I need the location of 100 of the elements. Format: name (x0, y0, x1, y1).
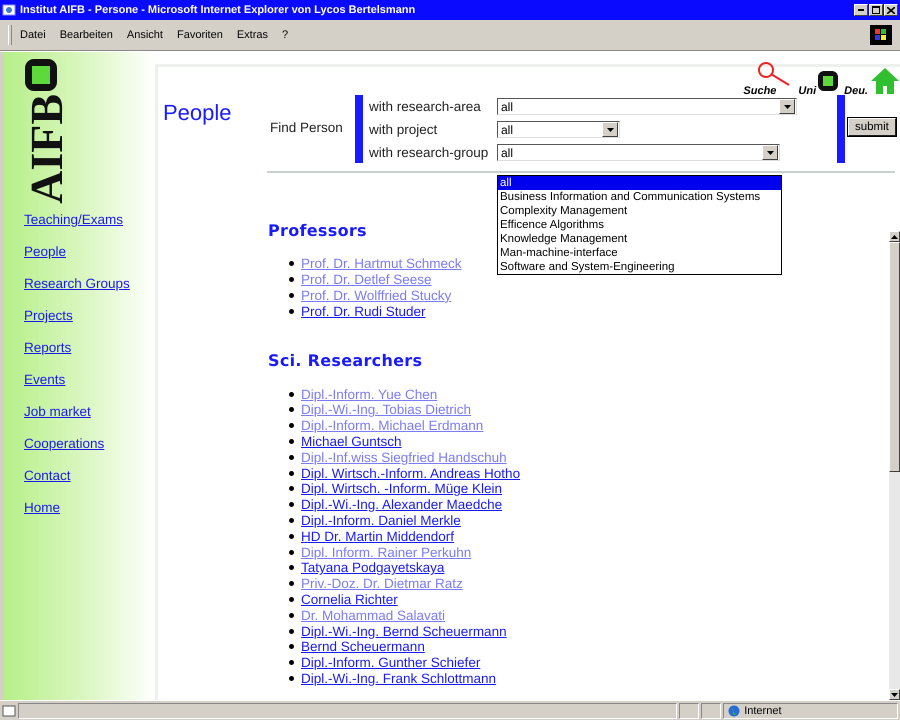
person-link[interactable]: Dipl.-Wi.-Ing. Alexander Maedche (301, 497, 502, 512)
bullet-icon (289, 261, 294, 266)
home-icon (870, 67, 900, 95)
dropdown-arrow-icon (784, 104, 790, 108)
filter-dropdown[interactable]: all (497, 121, 620, 138)
minimize-icon (858, 9, 864, 11)
filter-dropdown[interactable]: all (497, 98, 797, 115)
person-link[interactable]: Dipl.-Inform. Yue Chen (301, 386, 438, 402)
close-icon (887, 6, 895, 14)
person-link[interactable]: Dipl. Inform. Rainer Perkuhn (301, 544, 472, 560)
person-link[interactable]: Dipl.-Inf.wiss Siegfried Handschuh (301, 450, 507, 465)
nav-link[interactable]: Research Groups (24, 275, 130, 293)
scroll-up-icon (891, 234, 898, 238)
person-link[interactable]: Dipl.-Wi.-Ing. Bernd Scheuermann (301, 624, 507, 639)
bullet-icon (289, 454, 294, 460)
bullet-icon (289, 644, 294, 650)
nav-link[interactable]: Cooperations (24, 435, 104, 453)
person-link[interactable]: Prof. Dr. Wolffried Stucky (301, 288, 452, 303)
scroll-thumb[interactable] (889, 242, 900, 472)
dropdown-option[interactable]: Knowledge Management (498, 232, 781, 246)
status-panel (701, 703, 722, 719)
bullet-icon (289, 502, 294, 508)
menu-item[interactable]: ? (282, 29, 288, 41)
bullet-icon (289, 277, 294, 282)
menu-item[interactable]: Favoriten (176, 29, 223, 41)
dropdown-option[interactable]: all (498, 176, 781, 190)
filter-label: with research-group (369, 145, 490, 160)
person-link[interactable]: Michael Guntsch (301, 434, 402, 449)
person-link[interactable]: Dr. Mohammad Salavati (301, 608, 446, 623)
search-icon (756, 61, 792, 87)
nav-link[interactable]: People (24, 243, 66, 261)
language-link[interactable]: Deu. (844, 85, 868, 97)
bullet-icon (289, 550, 294, 555)
search-link[interactable]: Suche (743, 85, 776, 97)
menu-item[interactable]: Bearbeiten (60, 29, 113, 41)
dropdown-option[interactable]: Man-machine-interface (498, 246, 781, 260)
person-link[interactable]: Dipl.-Inform. Gunther Schiefer (301, 655, 480, 670)
bullet-icon (289, 308, 294, 314)
bullet-icon (289, 581, 294, 586)
accent-bar (355, 95, 363, 163)
find-person-label: Find Person (270, 120, 344, 135)
dropdown-option[interactable]: Efficence Algorithms (498, 218, 781, 232)
person-link[interactable]: Priv.-Doz. Dr. Dietmar Ratz (301, 576, 463, 592)
person-link[interactable]: Dipl. Wirtsch.-Inform. Andreas Hotho (301, 466, 520, 481)
page-title: People (163, 100, 233, 126)
logo-square-icon (24, 58, 58, 92)
dropdown-option[interactable]: Complexity Management (498, 204, 781, 218)
bullet-icon (289, 486, 294, 492)
person-link[interactable]: Dipl.-Inform. Daniel Merkle (301, 512, 461, 528)
dropdown-option[interactable]: Business Information and Communication Systems (498, 190, 781, 204)
person-link[interactable]: Prof. Dr. Detlef Seese (301, 272, 432, 288)
bullet-icon (289, 438, 294, 444)
maximize-button[interactable] (869, 4, 883, 16)
section-heading: Sci. Researchers (268, 351, 422, 370)
person-link[interactable]: Dipl.-Wi.-Ing. Frank Schlottmann (301, 670, 496, 686)
dropdown-arrow-icon (766, 150, 774, 154)
menu-item[interactable]: Datei (20, 29, 46, 41)
uni-link[interactable]: Uni (798, 85, 816, 97)
windows-logo-icon (870, 25, 892, 45)
nav-link[interactable]: Reports (24, 339, 72, 357)
nav-link[interactable]: Teaching/Exams (24, 211, 124, 229)
filter-label: with research-area (369, 99, 482, 114)
person-link[interactable]: Dipl.-Inform. Michael Erdmann (301, 418, 484, 434)
dropdown-arrow-icon (606, 128, 614, 132)
page-icon (2, 704, 16, 718)
person-link[interactable]: Cornelia Richter (301, 592, 398, 607)
menu-item[interactable]: Extras (236, 29, 268, 41)
bullet-icon (289, 612, 294, 618)
maximize-icon (872, 6, 880, 14)
zone-label: Internet (744, 705, 782, 717)
logo-square-icon (818, 71, 838, 91)
globe-icon (728, 705, 740, 717)
bullet-icon (289, 596, 294, 602)
person-link[interactable]: Dipl.-Wi.-Ing. Tobias Dietrich (301, 402, 472, 418)
close-button[interactable] (884, 4, 898, 16)
nav-link[interactable]: Projects (24, 307, 73, 325)
nav-link[interactable]: Home (24, 499, 60, 517)
person-link[interactable]: Prof. Dr. Hartmut Schmeck (301, 256, 462, 272)
nav-link[interactable]: Events (24, 371, 66, 389)
bullet-icon (289, 565, 294, 570)
dropdown-option[interactable]: Software and System-Engineering (498, 260, 781, 274)
bullet-icon (289, 292, 294, 298)
submit-button[interactable]: submit (848, 118, 896, 136)
filter-dropdown[interactable]: all (497, 144, 780, 161)
minimize-button[interactable] (854, 4, 868, 16)
bullet-icon (289, 628, 294, 634)
person-link[interactable]: Dipl. Wirtsch. -Inform. Müge Klein (301, 481, 502, 496)
nav-link[interactable]: Job market (24, 403, 91, 421)
bullet-icon (289, 407, 294, 412)
status-panel (679, 703, 700, 719)
accent-bar (837, 95, 845, 163)
person-link[interactable]: Tatyana Podgayetskaya (301, 560, 444, 576)
person-link[interactable]: Prof. Dr. Rudi Studer (301, 304, 426, 319)
nav-link[interactable]: Contact (24, 467, 71, 485)
person-link[interactable]: HD Dr. Martin Middendorf (301, 528, 454, 544)
bullet-icon (289, 470, 294, 476)
menu-item[interactable]: Ansicht (126, 29, 163, 41)
scrollbar[interactable] (889, 231, 900, 700)
browser-icon (2, 3, 16, 17)
person-link[interactable]: Bernd Scheuermann (301, 639, 425, 654)
